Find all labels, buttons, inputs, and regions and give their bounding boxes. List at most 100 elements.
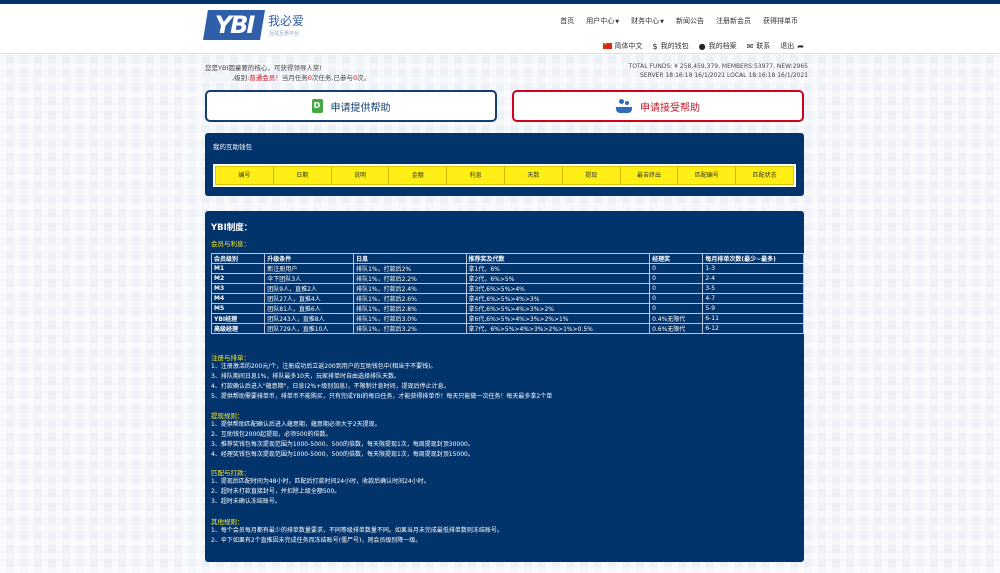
wallet-link[interactable]: $ 我的钱包 [653,41,689,51]
table-cell: 排队1%，打款后2% [353,263,467,274]
provide-help-button[interactable]: D 申请提供帮助 [205,90,497,122]
rule-item: 1、每个会员每月都有最少的排单数量要求，不同等级排单数量不同。如果当月未完成最低… [211,527,503,534]
accept-help-button[interactable]: 申请接受帮助 [512,90,804,122]
status-suffix: 次。 [357,74,371,82]
rank-level-cell: M1 [210,263,266,274]
rank-level-cell: 高级经理 [210,323,266,334]
register-heading: 注册与排单： [211,354,250,362]
wallet-column-header: 编号 [216,167,274,184]
nav-finance-center-label: 财务中心 [631,17,660,25]
wallet-title: 我的互助钱包 [213,143,252,151]
wallet-column-header: 天数 [505,167,563,184]
table-cell: 3-5 [702,283,804,294]
table-cell: 团队81人，直推6人 [264,303,355,314]
table-row: M5 团队81人，直推6人 排队1%，打款后2.8% 拿5代,6%>5%>4%>3%>… [210,303,804,314]
rule-item: 2、伞下如果有2个直推因未完成任务而冻结账号(僵尸号)，则会员级别降一级。 [211,537,422,544]
nav-home[interactable]: 首页 [560,16,574,26]
table-row: 高级经理 团队729人，直推10人 排队1%，打款后3.2% 拿7代，6%>5%>4%… [210,323,804,334]
logo-name: 我必爱 [268,14,305,28]
match-rules: 1、提现后匹配时间为48小时，匹配后打款时间24小时，收款后确认时间24小时。 2… [211,477,430,507]
mail-icon: ✉ [746,41,754,51]
table-cell: 0 [649,283,704,294]
table-cell: 拿5代,6%>5%>4%>3%>2% [465,303,651,314]
table-cell: 0 [649,263,704,274]
chevron-down-icon: ▼ [615,19,620,25]
rule-item: 4、经理奖钱包每次提现范围为1000-5000，500的倍数，每天限提现1次，每… [211,451,474,458]
status-joined-prefix: 次任务,已参与 [311,74,353,82]
logo-mark: YBI [203,10,265,40]
profile-link[interactable]: ● 我的档案 [699,41,737,51]
wallet-column-header: 日期 [274,167,332,184]
table-cell: 团队243人，直推8人 [264,313,355,324]
table-row: M3 团队9人，直推2人 排队1%，打款后2.4% 拿3代,6%>5%>4% 0 3-5 [210,283,804,294]
user-status: 您是YBI圆童要的核心，可获得领导人奖! ,级别:普通会员！当月任务0次任务,已… [205,63,370,83]
table-cell: 0.4%无限代 [649,313,704,324]
member-heading: 会员与利息： [211,240,250,248]
table-cell: 排队1%，打款后3.0% [353,313,467,324]
table-row: M2 伞下团队3人 排队1%，打款后2.2% 拿2代，6%>5% 0 2-4 [210,273,804,284]
rule-item: 1、提现后匹配时间为48小时，匹配后打款时间24小时，收款后确认时间24小时。 [211,478,430,485]
withdraw-rules: 1、提供帮助匹配确认后进入蕴意期，蕴意期必须大于2天提现。 2、互助钱包2000起… [211,420,474,460]
stats-time: SERVER 18:16:18 16/1/2021 LOCAL 18:16:18… [640,72,808,79]
table-cell: 团队729人，直推10人 [264,323,355,334]
share-arrow-icon: ➦ [797,41,804,51]
status-line-2: ,级别:普通会员！当月任务0次任务,已参与0次。 [205,73,370,83]
rank-column-header: 每月排单次数(最少~最多) [702,253,804,264]
status-task-prefix: ！当月任务 [275,74,308,82]
username-redacted [205,74,232,82]
nav-finance-center[interactable]: 财务中心▼ [631,16,664,26]
rank-table-body: M1 新注册用户 排队1%，打款后2% 拿1代，6% 0 1-3 M2 伞下团队3人 排队1%，… [210,263,804,334]
table-cell: 排队1%，打款后3.2% [353,323,467,334]
wallet-column-header: 利息 [447,167,505,184]
contact-label: 联系 [756,42,771,50]
nav-register[interactable]: 注册新会员 [716,16,751,26]
language-label: 简体中文 [614,42,643,50]
table-cell: 0 [649,293,704,304]
rules-panel: YBI制度： 会员与利息： 会员级别 升级条件 日息 推荐奖及代数 经理奖 每月排单次数(… [205,211,804,562]
rule-item: 5、提供帮助需要排单币，排单币不能购买，只有完成YBI的每日任务，才能获得排单币… [211,393,553,400]
nav-user-center[interactable]: 用户中心▼ [586,16,619,26]
table-cell: 拿2代，6%>5% [465,273,651,284]
table-cell: 拿3代,6%>5%>4% [465,283,651,294]
china-flag-icon [602,41,612,49]
accept-help-label: 申请接受帮助 [640,102,700,114]
rank-column-header: 升级条件 [264,253,355,264]
document-icon: D [311,99,323,113]
rank-level-cell: M2 [210,273,266,284]
site-logo[interactable]: YBI 我必爱 互信互惠平台 [203,10,313,44]
table-cell: 0 [649,303,704,314]
table-cell: 5-9 [702,303,804,314]
status-level: 普通会员 [249,74,276,82]
match-heading: 匹配与打款： [211,469,250,477]
table-cell: 拿6代,6%>5%>4%>3%>2%>1% [465,313,651,324]
nav-buy-coin[interactable]: 获得排单币 [763,16,798,26]
logout-link[interactable]: 退出 ➦ [780,41,804,51]
table-cell: 团队9人，直推2人 [264,283,355,294]
wallet-label: 我的钱包 [660,42,689,50]
provide-help-label: 申请提供帮助 [330,102,391,114]
wallet-table: 编号 日期 说明 金额 利息 天数 提现 最苦终出 匹配编号 匹配状态 [213,164,796,187]
main-nav: 首页 用户中心▼ 财务中心▼ 新闻公告 注册新会员 获得排单币 [560,16,798,26]
nav-news[interactable]: 新闻公告 [676,16,704,26]
rank-column-header: 会员级别 [210,253,266,264]
withdraw-heading: 提现规则： [211,412,244,420]
wallet-header-row: 编号 日期 说明 金额 利息 天数 提现 最苦终出 匹配编号 匹配状态 [215,166,794,185]
wallet-column-header: 匹配状态 [752,172,777,179]
other-rules: 1、每个会员每月都有最少的排单数量要求，不同等级排单数量不同。如果当月未完成最低… [211,526,503,546]
table-cell: 1-3 [702,263,804,274]
hand-coins-icon [616,99,632,113]
rank-column-header: 推荐奖及代数 [465,253,651,264]
table-cell: 排队1%，打款后2.8% [353,303,467,314]
contact-link[interactable]: ✉ 联系 [747,41,771,51]
rule-item: 3、超时未确认冻结账号。 [211,498,281,505]
rule-item: 1、注册激活的200元/个，注册成功后立返200到用户的互助钱包中(相当于不要钱… [211,363,437,370]
chevron-down-icon: ▼ [660,19,664,25]
rule-item: 3、排队期间日息1%，排队最多10天，玩家排单时自由选择排队天数。 [211,373,400,380]
wallet-column-header: 说明 [332,167,390,184]
table-cell: 伞下团队3人 [264,273,355,284]
site-header: YBI 我必爱 互信互惠平台 首页 用户中心▼ 财务中心▼ 新闻公告 注册新会员… [0,4,1000,54]
rank-table: 会员级别 升级条件 日息 推荐奖及代数 经理奖 每月排单次数(最少~最多) M1 新注册用户… [210,253,804,334]
table-row: M1 新注册用户 排队1%，打款后2% 拿1代，6% 0 1-3 [210,263,804,274]
table-cell: 拿4代,6%>5%>4%>3% [465,293,651,304]
language-switch[interactable]: 简体中文 [602,41,643,51]
